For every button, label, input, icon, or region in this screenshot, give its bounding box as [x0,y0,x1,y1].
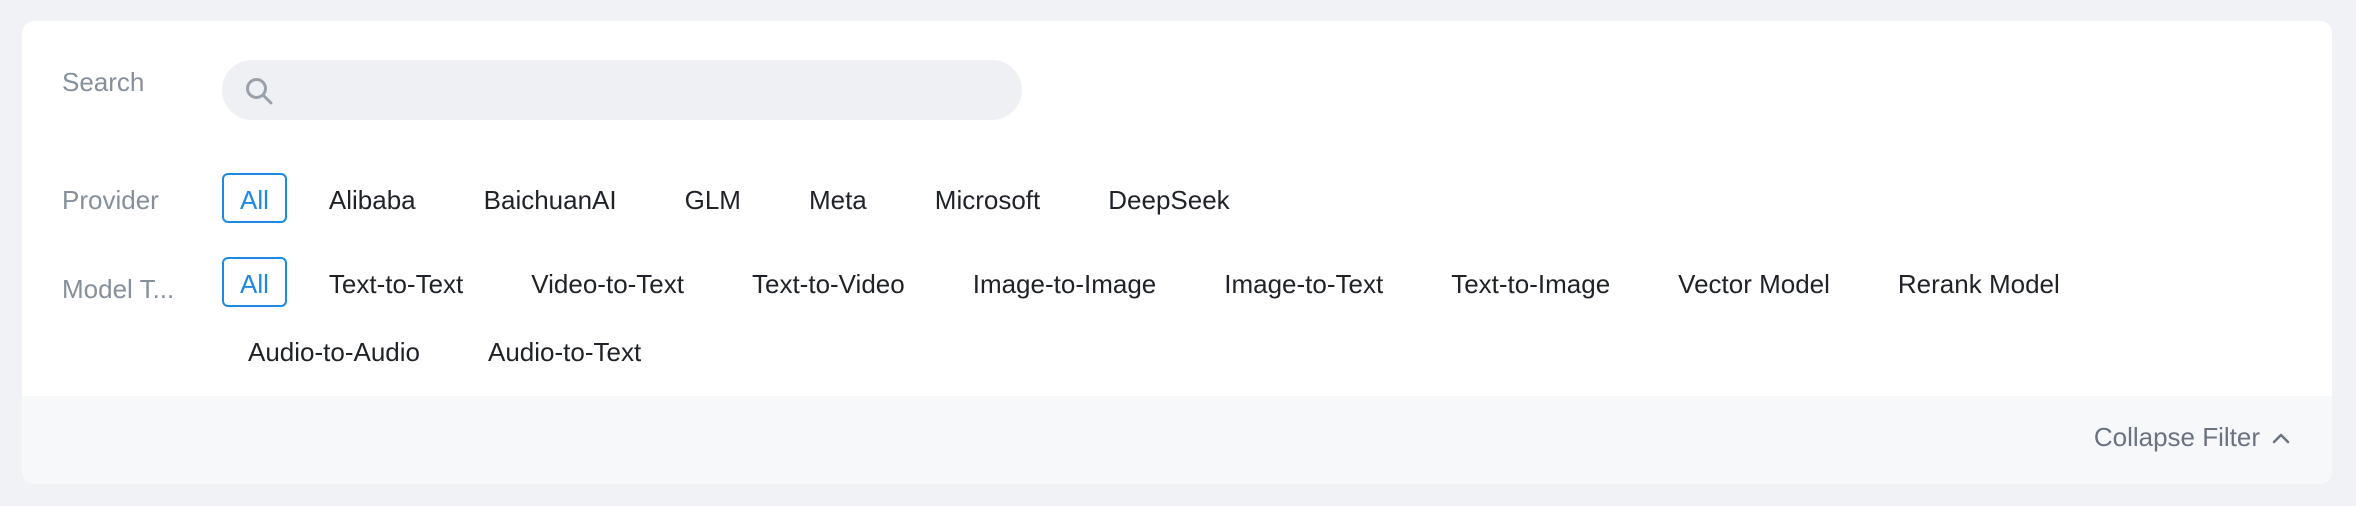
provider-chip-microsoft[interactable]: Microsoft [909,173,1066,223]
provider-label: Provider [62,185,159,215]
chevron-up-icon [2272,433,2290,443]
filter-panel: Search Provider All Alibaba BaichuanAI G… [22,21,2332,484]
provider-chip-all[interactable]: All [222,173,287,223]
model-type-chip-audio-to-audio[interactable]: Audio-to-Audio [222,325,446,375]
collapse-filter-label: Collapse Filter [2093,422,2260,452]
model-type-chip-image-to-image[interactable]: Image-to-Image [947,257,1183,307]
provider-chip-alibaba[interactable]: Alibaba [303,173,442,223]
provider-chip-baichuanai[interactable]: BaichuanAI [458,173,643,223]
provider-chip-deepseek[interactable]: DeepSeek [1082,173,1255,223]
model-type-chip-text-to-image[interactable]: Text-to-Image [1425,257,1636,307]
search-input[interactable] [286,60,1010,122]
model-type-label: Model T... [62,274,175,304]
provider-chip-meta[interactable]: Meta [783,173,893,223]
collapse-filter-button[interactable]: Collapse Filter [2094,422,2292,453]
model-type-chip-image-to-text[interactable]: Image-to-Text [1198,257,1409,307]
model-type-chip-text-to-video[interactable]: Text-to-Video [726,257,931,307]
model-type-chip-audio-to-text[interactable]: Audio-to-Text [462,325,667,375]
model-type-options: All Text-to-Text Video-to-Text Text-to-V… [222,257,2272,375]
provider-chip-glm[interactable]: GLM [659,173,767,223]
model-type-chip-vector-model[interactable]: Vector Model [1652,257,1856,307]
provider-options: All Alibaba BaichuanAI GLM Meta Microsof… [222,173,2272,223]
search-icon [246,78,273,105]
search-field[interactable] [222,60,1022,122]
model-type-chip-rerank-model[interactable]: Rerank Model [1872,257,2086,307]
model-type-chip-text-to-text[interactable]: Text-to-Text [303,257,489,307]
search-label: Search [62,67,145,97]
model-type-chip-video-to-text[interactable]: Video-to-Text [505,257,710,307]
filter-footer: Collapse Filter [22,396,2332,484]
model-type-chip-all[interactable]: All [222,257,287,307]
